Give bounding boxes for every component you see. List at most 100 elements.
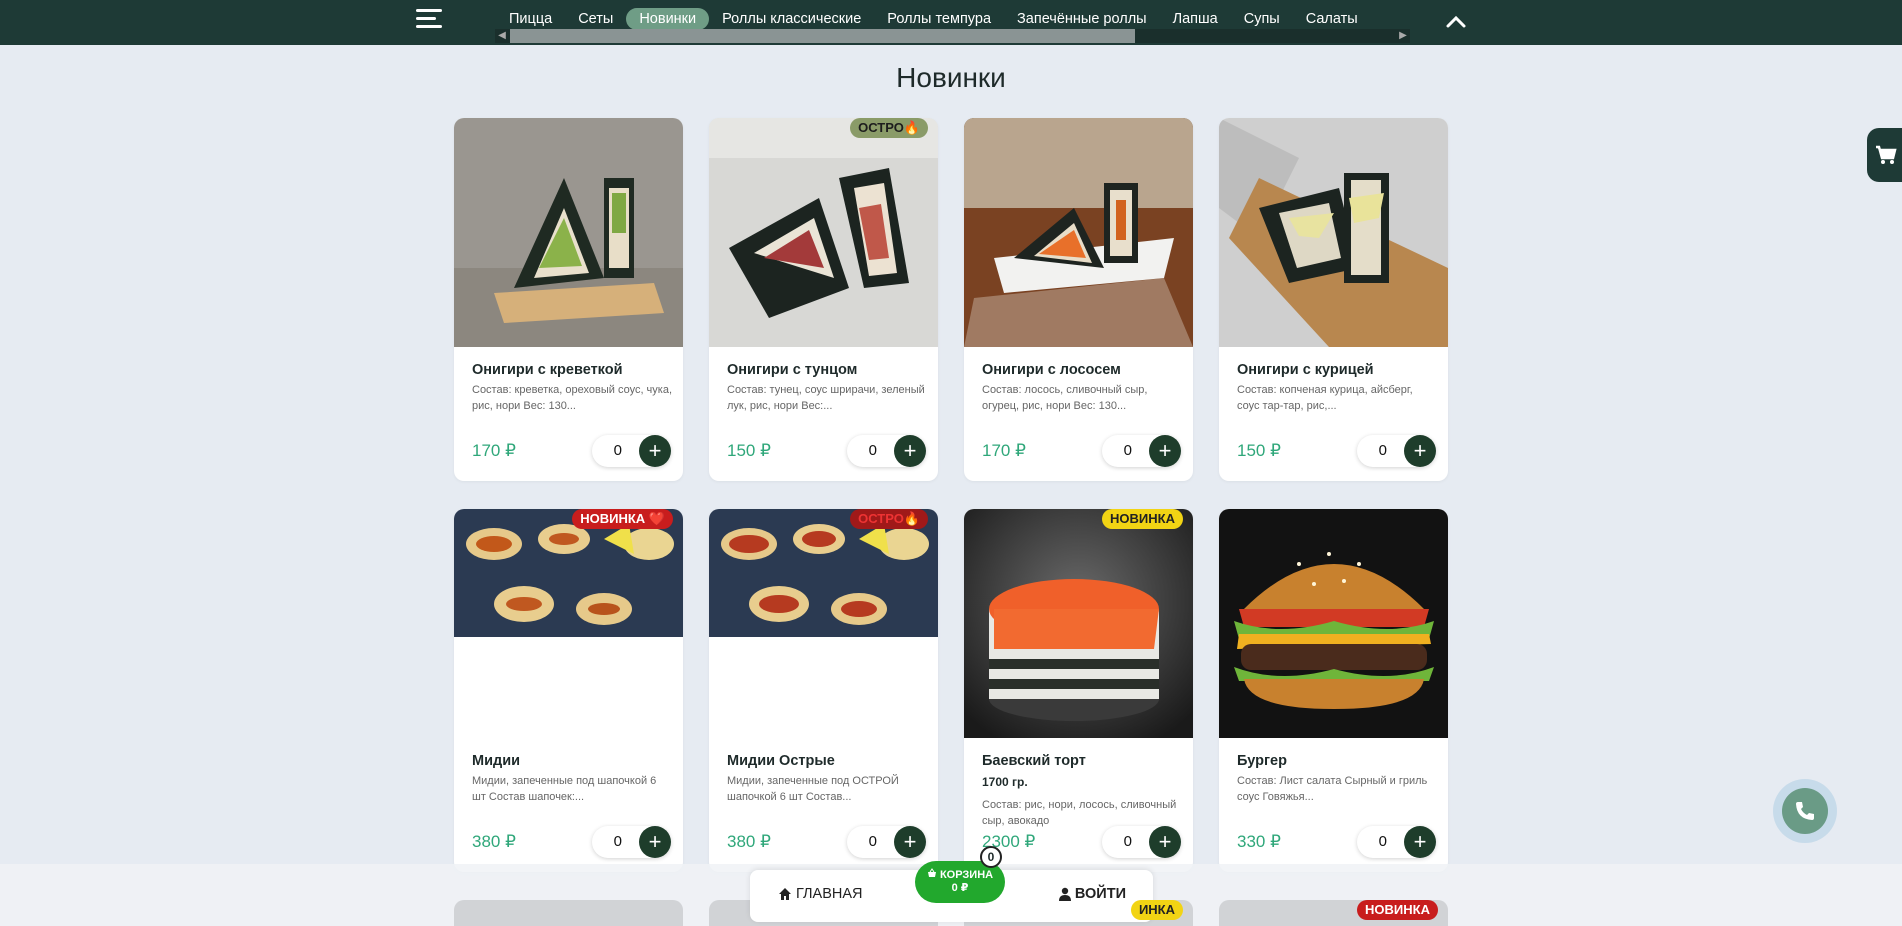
quantity-stepper[interactable]: 0 + <box>1357 826 1436 858</box>
quantity-stepper[interactable]: 0 + <box>592 826 671 858</box>
product-card[interactable]: НОВИНКА ❤️ Мидии Мидии, запеченные под ш… <box>454 509 683 872</box>
product-price: 380 ₽ <box>727 832 771 851</box>
plus-icon[interactable]: + <box>1149 826 1181 858</box>
product-price: 150 ₽ <box>1237 441 1281 460</box>
product-description: Состав: креветка, ореховый соус, чука, р… <box>472 384 673 412</box>
cart-total: 0 ₽ <box>951 882 969 894</box>
product-image[interactable] <box>1219 118 1448 347</box>
product-price: 330 ₽ <box>1237 832 1281 851</box>
top-navbar: Пицца Сеты Новинки Роллы классические Ро… <box>0 0 1902 45</box>
product-card[interactable]: Бургер Состав: Лист салата Сырный и грил… <box>1219 509 1448 872</box>
product-card[interactable]: Онигири с курицей Состав: копченая куриц… <box>1219 118 1448 481</box>
plus-icon[interactable]: + <box>894 435 926 467</box>
product-price: 170 ₽ <box>982 441 1026 460</box>
product-description: Состав: рис, нори, лосось, сливочный сыр… <box>982 799 1177 827</box>
nav-item-salads[interactable]: Салаты <box>1293 8 1371 30</box>
product-description: Состав: Лист салата Сырный и гриль соус … <box>1237 775 1428 803</box>
product-name: Онигири с курицей <box>1237 362 1374 378</box>
home-label: ГЛАВНАЯ <box>796 886 863 902</box>
product-description: Состав: тунец, соус шрирачи, зеленый лук… <box>727 384 925 412</box>
product-name: Баевский торт <box>982 753 1086 769</box>
nav-item-baked-rolls[interactable]: Запечённые роллы <box>1004 8 1160 30</box>
quantity-stepper[interactable]: 0 + <box>592 435 671 467</box>
nav-item-classic-rolls[interactable]: Роллы классические <box>709 8 874 30</box>
product-image[interactable] <box>1219 509 1448 738</box>
product-image[interactable] <box>454 118 683 347</box>
phone-button[interactable] <box>1782 788 1828 834</box>
product-image[interactable] <box>964 509 1193 738</box>
new-badge: НОВИНКА <box>1102 509 1183 529</box>
scroll-left-icon[interactable]: ◀ <box>495 29 509 43</box>
new-badge: НОВИНКА ❤️ <box>572 509 673 529</box>
nav-item-new[interactable]: Новинки <box>626 8 710 30</box>
quantity-value: 0 <box>1123 833 1132 850</box>
product-card[interactable]: НОВИНКА Баевский торт 1700 гр. Состав: р… <box>964 509 1193 872</box>
product-name: Онигири с тунцом <box>727 362 858 378</box>
page-title: Новинки <box>896 62 1006 93</box>
product-name: Бургер <box>1237 753 1287 769</box>
login-label: ВОЙТИ <box>1074 886 1126 902</box>
nav-item-pizza[interactable]: Пицца <box>496 8 565 30</box>
quantity-value: 0 <box>868 442 877 459</box>
cart-count-badge: 0 <box>980 846 1002 868</box>
product-grid: Онигири с креветкой Состав: креветка, ор… <box>454 118 1448 872</box>
nav-item-tempura-rolls[interactable]: Роллы темпура <box>874 8 1004 30</box>
scrollbar-thumb[interactable] <box>510 29 1135 43</box>
product-description: Состав: копченая курица, айсберг, соус т… <box>1237 384 1413 412</box>
quantity-stepper[interactable]: 0 + <box>1102 435 1181 467</box>
quantity-stepper[interactable]: 0 + <box>1102 826 1181 858</box>
quantity-value: 0 <box>868 833 877 850</box>
product-description: Мидии, запеченные под шапочкой 6 шт Сост… <box>472 775 657 803</box>
user-icon <box>1058 887 1071 901</box>
product-image[interactable] <box>964 118 1193 347</box>
quantity-value: 0 <box>613 442 622 459</box>
cart-label: КОРЗИНА <box>939 869 994 881</box>
product-price: 170 ₽ <box>472 441 516 460</box>
spicy-badge: ОСТРО🔥 <box>850 509 928 529</box>
plus-icon[interactable]: + <box>1149 435 1181 467</box>
basket-icon <box>927 868 936 877</box>
product-name: Мидии Острые <box>727 753 835 769</box>
product-price: 380 ₽ <box>472 832 516 851</box>
product-description: Состав: лосось, сливочный сыр, огурец, р… <box>982 384 1148 412</box>
login-button[interactable]: ВОЙТИ <box>1058 886 1126 902</box>
plus-icon[interactable]: + <box>1404 826 1436 858</box>
menu-icon[interactable] <box>416 9 442 29</box>
chevron-up-icon[interactable] <box>1444 10 1468 34</box>
product-card[interactable]: Онигири с креветкой Состав: креветка, ор… <box>454 118 683 481</box>
nav-item-sets[interactable]: Сеты <box>565 8 626 30</box>
nav-item-noodles[interactable]: Лапша <box>1160 8 1231 30</box>
product-card[interactable]: ОСТРО🔥 Онигири с тунцом Состав: тунец, с… <box>709 118 938 481</box>
product-name: Мидии <box>472 753 521 769</box>
nav-item-soups[interactable]: Супы <box>1231 8 1293 30</box>
plus-icon[interactable]: + <box>639 435 671 467</box>
product-image[interactable] <box>709 118 938 347</box>
quantity-value: 0 <box>1378 442 1387 459</box>
new-badge: НОВИНКА <box>1357 900 1438 920</box>
product-name: Онигири с креветкой <box>472 362 623 378</box>
side-cart-button[interactable] <box>1867 128 1902 182</box>
home-icon <box>779 888 791 900</box>
product-weight: 1700 гр. <box>982 775 1028 789</box>
quantity-stepper[interactable]: 0 + <box>847 826 926 858</box>
quantity-value: 0 <box>613 833 622 850</box>
product-card[interactable]: Онигири с лососем Состав: лосось, сливоч… <box>964 118 1193 481</box>
nav-scrollbar[interactable]: ◀ ▶ <box>495 29 1410 43</box>
category-nav: Пицца Сеты Новинки Роллы классические Ро… <box>496 8 1371 30</box>
plus-icon[interactable]: + <box>1404 435 1436 467</box>
quantity-stepper[interactable]: 0 + <box>1357 435 1436 467</box>
product-card[interactable]: ОСТРО🔥 Мидии Острые Мидии, запеченные по… <box>709 509 938 872</box>
cart-label-row: КОРЗИНА <box>915 868 1005 882</box>
plus-icon[interactable]: + <box>639 826 671 858</box>
quantity-stepper[interactable]: 0 + <box>847 435 926 467</box>
cart-icon <box>1876 145 1897 164</box>
home-button[interactable]: ГЛАВНАЯ <box>778 886 863 902</box>
scroll-right-icon[interactable]: ▶ <box>1396 29 1410 43</box>
plus-icon[interactable]: + <box>894 826 926 858</box>
quantity-value: 0 <box>1123 442 1132 459</box>
new-badge: ИНКА <box>1130 900 1183 920</box>
spicy-badge: ОСТРО🔥 <box>850 118 928 138</box>
phone-icon <box>1796 802 1814 820</box>
product-name: Онигири с лососем <box>982 362 1121 378</box>
quantity-value: 0 <box>1378 833 1387 850</box>
